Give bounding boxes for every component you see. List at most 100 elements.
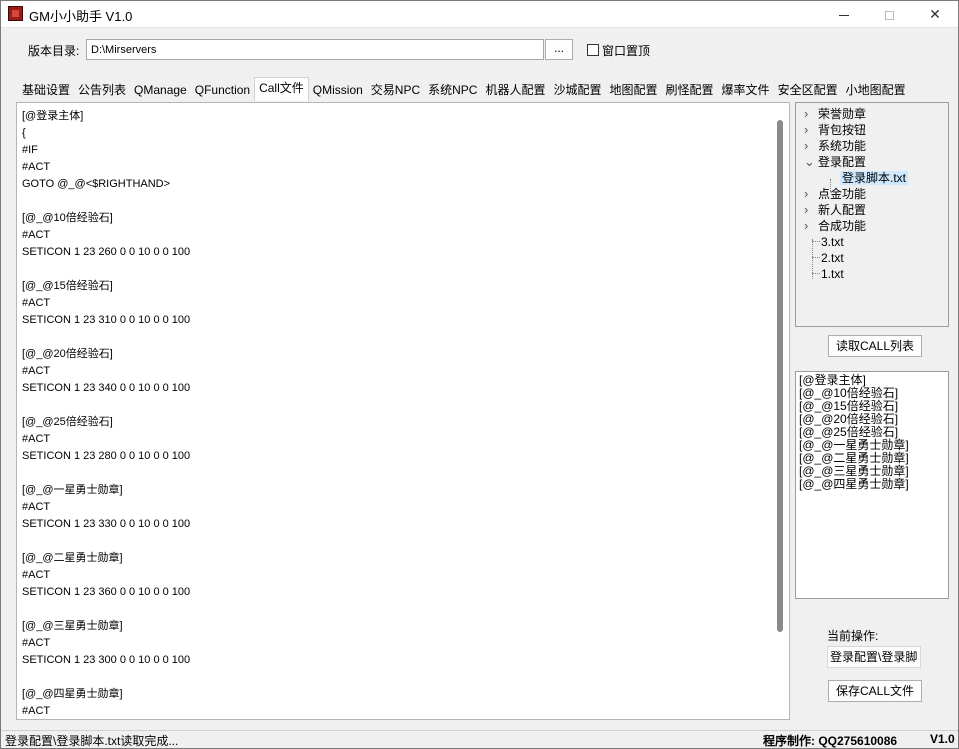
chevron-right-icon[interactable]: › [804, 218, 818, 234]
dir-label: 版本目录: [28, 44, 80, 58]
close-button[interactable]: ✕ [912, 1, 958, 28]
tab-0[interactable]: 基础设置 [18, 79, 74, 101]
chevron-right-icon[interactable]: › [804, 202, 818, 218]
tab-9[interactable]: 沙城配置 [550, 79, 606, 101]
editor-line: #ACT [22, 229, 51, 241]
status-message: 登录配置\登录脚本.txt读取完成... [5, 734, 179, 748]
tree-node-label: 点金功能 [818, 187, 867, 201]
tab-7[interactable]: 系统NPC [424, 79, 481, 101]
topmost-label: 窗口置顶 [602, 44, 651, 58]
editor-line: [@_@二星勇士勋章] [22, 552, 123, 564]
call-list-item[interactable]: [@_@四星勇士勋章] [799, 478, 945, 491]
close-icon: ✕ [929, 6, 941, 22]
tree-node[interactable]: 1.txt [821, 266, 844, 282]
editor-line: #ACT [22, 161, 51, 173]
tab-5[interactable]: QMission [309, 79, 367, 101]
editor-line: { [22, 127, 26, 139]
tree-connector [812, 241, 820, 242]
chevron-right-icon[interactable]: › [804, 138, 818, 154]
tab-2[interactable]: QManage [130, 79, 191, 101]
tab-12[interactable]: 爆率文件 [718, 79, 774, 101]
editor-line: SETICON 1 23 280 0 0 10 0 0 100 [22, 450, 191, 462]
editor-line: #ACT [22, 569, 51, 581]
tree-node[interactable]: › 荣誉勋章 [804, 106, 866, 122]
save-call-file-button[interactable]: 保存CALL文件 [828, 680, 922, 702]
minimize-icon [839, 14, 849, 16]
tree-connector [830, 191, 838, 192]
editor-line: GOTO @_@<$RIGHTHAND> [22, 178, 171, 190]
current-op-label: 当前操作: [827, 629, 879, 643]
tree-node[interactable]: 2.txt [821, 250, 844, 266]
tab-13[interactable]: 安全区配置 [774, 79, 842, 101]
chevron-right-icon[interactable]: › [804, 106, 818, 122]
tab-10[interactable]: 地图配置 [606, 79, 662, 101]
tree-node-label: 登录脚本.txt [840, 171, 909, 185]
tab-3[interactable]: QFunction [191, 79, 254, 101]
tree-node-label: 背包按钮 [818, 123, 867, 137]
editor-scrollbar[interactable] [777, 120, 783, 632]
browse-button[interactable]: ... [545, 39, 573, 60]
editor-line: [@_@15倍经验石] [22, 280, 113, 292]
tree-node[interactable]: 登录脚本.txt [840, 170, 909, 186]
chevron-right-icon[interactable]: › [804, 122, 818, 138]
tree-node[interactable]: › 背包按钮 [804, 122, 866, 138]
tree-node-label: 系统功能 [818, 139, 867, 153]
tree-node-label: 登录配置 [818, 155, 867, 169]
tree-node[interactable]: 3.txt [821, 234, 844, 250]
editor-line: SETICON 1 23 340 0 0 10 0 0 100 [22, 382, 191, 394]
tree-node-label: 新人配置 [818, 203, 867, 217]
editor-line: SETICON 1 23 300 0 0 10 0 0 100 [22, 654, 191, 666]
tab-14[interactable]: 小地图配置 [842, 79, 910, 101]
tab-bar: 基础设置 公告列表 QManage QFunction Call文件 QMission 交易… [18, 77, 910, 101]
editor-line: [@_@一星勇士勋章] [22, 484, 123, 496]
chevron-down-icon[interactable]: ⌄ [804, 154, 818, 170]
tree-node[interactable]: ⌄ 登录配置 [804, 154, 866, 170]
editor-line: #ACT [22, 637, 51, 649]
editor-line: SETICON 1 23 330 0 0 10 0 0 100 [22, 518, 191, 530]
editor-line: #ACT [22, 365, 51, 377]
file-tree[interactable]: › 荣誉勋章 › 背包按钮 › 系统功能 ⌄ 登录配置 登录脚本.txt › 点金功能 › 新人配置 › 合… [795, 102, 949, 327]
title-bar[interactable]: GM小小助手 V1.0 ✕ [1, 1, 958, 28]
tab-11[interactable]: 刷怪配置 [662, 79, 718, 101]
tree-node[interactable]: › 新人配置 [804, 202, 866, 218]
main-window: GM小小助手 V1.0 ✕ 版本目录: ... 窗口置顶 基础设置公告列表QMa… [0, 0, 959, 749]
editor-line: #ACT [22, 501, 51, 513]
minimize-button[interactable] [821, 1, 867, 28]
editor-line: SETICON 1 23 260 0 0 10 0 0 100 [22, 246, 191, 258]
status-bar: 登录配置\登录脚本.txt读取完成... 程序制作: QQ275610086 V… [1, 730, 958, 748]
tree-node-label: 2.txt [821, 251, 844, 265]
editor-line: #ACT [22, 433, 51, 445]
editor-line: SETICON 1 23 310 0 0 10 0 0 100 [22, 314, 191, 326]
window-title: GM小小助手 V1.0 [29, 9, 133, 24]
editor-line: [@_@10倍经验石] [22, 212, 113, 224]
chevron-right-icon[interactable]: › [804, 186, 818, 202]
maximize-button[interactable] [866, 1, 912, 28]
dir-input[interactable] [86, 39, 544, 60]
script-editor[interactable]: [@登录主体] {#IF #ACT GOTO @_@<$RIGHTHAND> [@_@1… [16, 102, 790, 720]
tab-6[interactable]: 交易NPC [367, 79, 424, 101]
tab-1[interactable]: 公告列表 [74, 79, 130, 101]
editor-line: [@_@20倍经验石] [22, 348, 113, 360]
tree-node[interactable]: › 点金功能 [804, 186, 866, 202]
editor-line: #ACT [22, 297, 51, 309]
editor-line: [@_@三星勇士勋章] [22, 620, 123, 632]
tab-4[interactable]: Call文件 [254, 77, 309, 101]
tree-node[interactable]: › 合成功能 [804, 218, 866, 234]
tab-8[interactable]: 机器人配置 [481, 79, 549, 101]
topmost-checkbox[interactable] [587, 44, 599, 56]
editor-line: [@_@25倍经验石] [22, 416, 113, 428]
call-listbox[interactable]: [@登录主体] [@_@10倍经验石] [@_@15倍经验石] [@_@20倍经验石]… [795, 371, 949, 599]
read-call-list-button[interactable]: 读取CALL列表 [828, 335, 922, 357]
tree-node-label: 1.txt [821, 267, 844, 281]
tree-node-label: 荣誉勋章 [818, 107, 867, 121]
editor-line: SETICON 1 23 360 0 0 10 0 0 100 [22, 586, 191, 598]
tree-connector [830, 179, 831, 191]
tree-node-label: 3.txt [821, 235, 844, 249]
tree-node[interactable]: › 系统功能 [804, 138, 866, 154]
